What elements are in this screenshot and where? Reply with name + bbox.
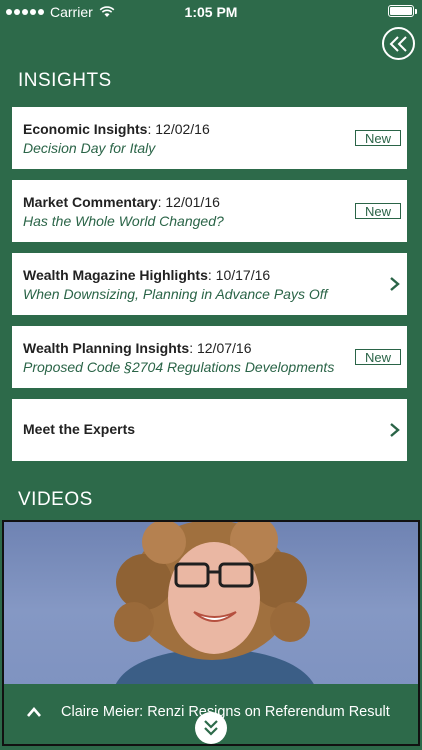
- new-badge: New: [355, 349, 401, 365]
- chevron-right-icon: [390, 423, 400, 437]
- card-date: : 12/01/16: [157, 194, 220, 210]
- card-date: : 12/07/16: [189, 340, 252, 356]
- card-category: Wealth Magazine Highlights: [23, 267, 208, 283]
- double-chevron-down-icon: [204, 720, 218, 736]
- card-category: Market Commentary: [23, 194, 158, 210]
- new-badge: New: [355, 130, 401, 146]
- insight-card-wealth-magazine[interactable]: Wealth Magazine Highlights: 10/17/16 Whe…: [12, 253, 407, 315]
- clock: 1:05 PM: [184, 4, 238, 20]
- insight-card-wealth-planning[interactable]: Wealth Planning Insights: 12/07/16 Propo…: [12, 326, 407, 388]
- battery-icon: [388, 5, 417, 17]
- card-date: : 10/17/16: [207, 267, 271, 283]
- card-article-title: Decision Day for Italy: [23, 140, 156, 156]
- chevron-right-icon: [390, 277, 400, 291]
- card-article-title: Proposed Code §2704 Regulations Developm…: [23, 359, 335, 375]
- videos-heading: VIDEOS: [18, 489, 93, 510]
- video-thumbnail: [114, 522, 316, 688]
- back-button[interactable]: [382, 27, 415, 60]
- card-category: Economic Insights: [23, 121, 148, 137]
- meet-the-experts-card[interactable]: Meet the Experts: [12, 399, 407, 461]
- card-date: : 12/02/16: [147, 121, 210, 137]
- new-badge: New: [355, 203, 401, 219]
- card-title-line: Market Commentary: 12/01/16: [23, 194, 220, 210]
- status-bar: Carrier 1:05 PM: [0, 0, 422, 24]
- insight-card-economic[interactable]: Economic Insights: 12/02/16 Decision Day…: [12, 107, 407, 169]
- card-title-line: Wealth Magazine Highlights: 10/17/16: [23, 267, 270, 283]
- card-article-title: Has the Whole World Changed?: [23, 213, 224, 229]
- double-chevron-left-icon: [389, 35, 407, 52]
- card-article-title: When Downsizing, Planning in Advance Pay…: [23, 286, 328, 302]
- card-title-line: Wealth Planning Insights: 12/07/16: [23, 340, 251, 356]
- card-category: Wealth Planning Insights: [23, 340, 190, 356]
- insights-heading: INSIGHTS: [18, 70, 112, 91]
- video-caption: Claire Meier: Renzi Resigns on Referendu…: [61, 704, 390, 720]
- chevron-up-icon[interactable]: [26, 705, 42, 719]
- card-title-line: Economic Insights: 12/02/16: [23, 121, 210, 137]
- scroll-down-button[interactable]: [195, 712, 227, 744]
- meet-the-experts-label: Meet the Experts: [23, 421, 136, 437]
- insight-card-market[interactable]: Market Commentary: 12/01/16 Has the Whol…: [12, 180, 407, 242]
